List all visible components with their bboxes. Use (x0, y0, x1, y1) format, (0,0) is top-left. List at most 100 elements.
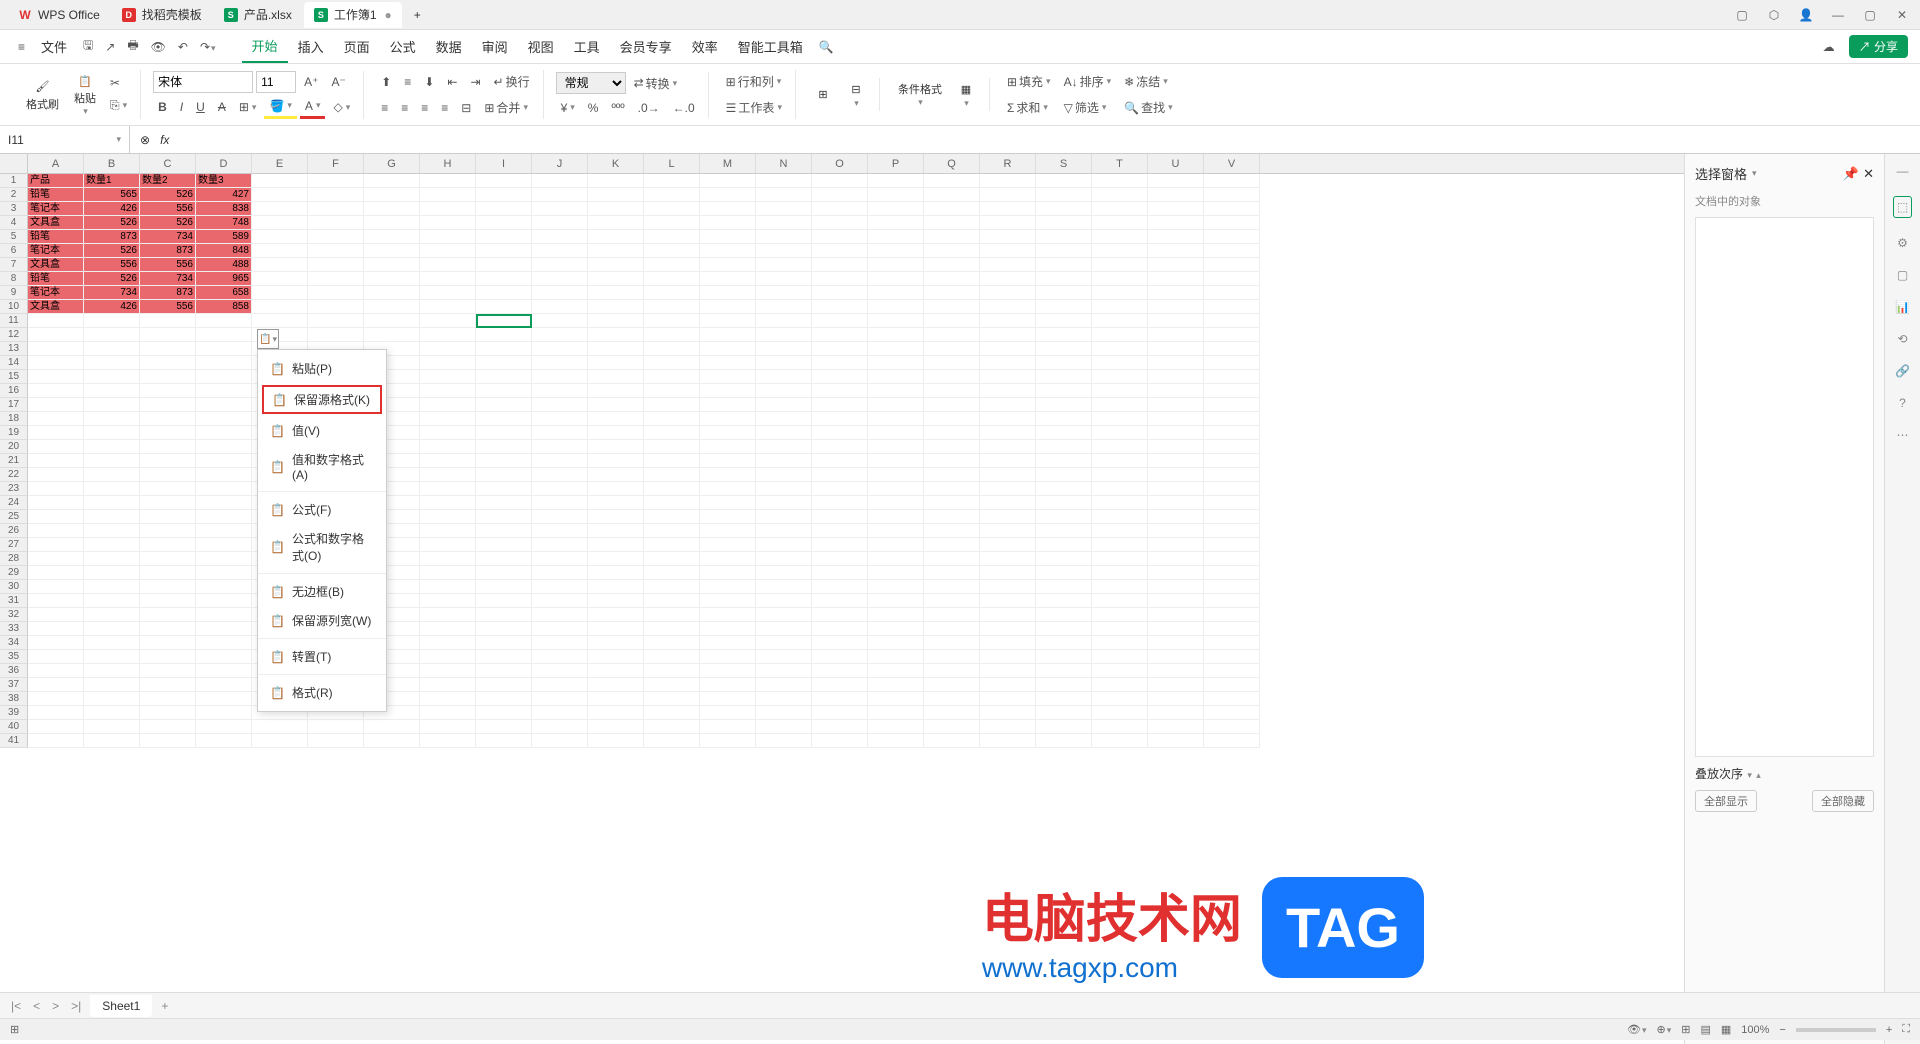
cell[interactable] (1148, 328, 1204, 342)
cell[interactable] (868, 734, 924, 748)
cell[interactable] (700, 286, 756, 300)
cell[interactable] (812, 342, 868, 356)
cell[interactable] (1148, 482, 1204, 496)
cell[interactable] (980, 188, 1036, 202)
cell[interactable] (28, 426, 84, 440)
cell[interactable] (252, 230, 308, 244)
cell[interactable] (476, 678, 532, 692)
cell[interactable] (252, 216, 308, 230)
sheet-prev-icon[interactable]: < (30, 999, 43, 1013)
cell[interactable] (140, 608, 196, 622)
cell[interactable] (756, 454, 812, 468)
cell[interactable] (420, 468, 476, 482)
cell[interactable] (588, 244, 644, 258)
row-header[interactable]: 4 (0, 216, 28, 230)
cell[interactable] (84, 608, 140, 622)
cell[interactable] (140, 412, 196, 426)
cell[interactable] (980, 468, 1036, 482)
cell[interactable] (756, 510, 812, 524)
cell[interactable] (588, 384, 644, 398)
cell[interactable] (1148, 566, 1204, 580)
cell[interactable] (308, 720, 364, 734)
cell[interactable] (868, 398, 924, 412)
cell[interactable] (700, 440, 756, 454)
export-icon[interactable]: ↗ (99, 36, 121, 58)
cell[interactable] (476, 258, 532, 272)
font-name-select[interactable] (153, 71, 253, 93)
cell[interactable] (1148, 216, 1204, 230)
cell[interactable] (420, 566, 476, 580)
cell[interactable] (140, 706, 196, 720)
cell[interactable] (756, 552, 812, 566)
cell[interactable] (644, 272, 700, 286)
cell[interactable] (140, 510, 196, 524)
cell[interactable] (700, 510, 756, 524)
cell[interactable] (1204, 496, 1260, 510)
cell[interactable] (308, 174, 364, 188)
cell[interactable] (1148, 594, 1204, 608)
cell[interactable] (1204, 622, 1260, 636)
column-header[interactable]: I (476, 154, 532, 173)
convert-button[interactable]: ⇄ 转换▾ (629, 72, 683, 95)
cell[interactable] (812, 580, 868, 594)
cell[interactable] (588, 580, 644, 594)
cell[interactable] (1148, 440, 1204, 454)
cell[interactable] (644, 552, 700, 566)
cell[interactable] (588, 720, 644, 734)
cell[interactable] (1204, 216, 1260, 230)
cell[interactable] (644, 678, 700, 692)
cell[interactable] (644, 370, 700, 384)
cell[interactable] (868, 622, 924, 636)
cell[interactable] (980, 412, 1036, 426)
cell[interactable] (532, 720, 588, 734)
file-menu[interactable]: 文件 (31, 31, 77, 62)
cell[interactable] (308, 328, 364, 342)
row-header[interactable]: 2 (0, 188, 28, 202)
cell[interactable] (980, 552, 1036, 566)
cell[interactable] (84, 594, 140, 608)
cell[interactable] (1148, 426, 1204, 440)
menu-icon[interactable]: ≡ (12, 36, 31, 58)
row-header[interactable]: 21 (0, 454, 28, 468)
cell[interactable] (1036, 244, 1092, 258)
cell[interactable] (756, 678, 812, 692)
paste-menu-item[interactable]: 📋保留源格式(K) (262, 385, 382, 414)
cell[interactable] (756, 370, 812, 384)
cell[interactable] (812, 244, 868, 258)
cell[interactable] (308, 230, 364, 244)
row-header[interactable]: 12 (0, 328, 28, 342)
cell[interactable] (1036, 594, 1092, 608)
cell[interactable] (588, 524, 644, 538)
cell[interactable] (84, 678, 140, 692)
cell[interactable] (868, 608, 924, 622)
cell[interactable] (980, 692, 1036, 706)
minimize-button[interactable]: — (1828, 8, 1848, 22)
cell[interactable] (532, 258, 588, 272)
cell[interactable] (84, 342, 140, 356)
cell[interactable] (1148, 454, 1204, 468)
cell[interactable] (364, 734, 420, 748)
cell[interactable] (476, 524, 532, 538)
cell[interactable] (868, 230, 924, 244)
cell[interactable] (420, 188, 476, 202)
cell[interactable] (980, 538, 1036, 552)
cell[interactable] (588, 706, 644, 720)
cell[interactable] (924, 258, 980, 272)
cell[interactable]: 748 (196, 216, 252, 230)
cell[interactable] (1036, 454, 1092, 468)
cell[interactable] (28, 412, 84, 426)
cell[interactable] (1148, 244, 1204, 258)
cell[interactable] (140, 566, 196, 580)
cell[interactable]: 526 (84, 216, 140, 230)
cell[interactable] (1036, 678, 1092, 692)
cell[interactable]: 铅笔 (28, 188, 84, 202)
cell[interactable] (980, 664, 1036, 678)
cell[interactable] (532, 552, 588, 566)
cell[interactable] (252, 734, 308, 748)
cell[interactable] (1204, 258, 1260, 272)
cell[interactable] (364, 286, 420, 300)
cell[interactable] (140, 692, 196, 706)
cell[interactable] (28, 510, 84, 524)
cell[interactable] (476, 650, 532, 664)
cell[interactable] (700, 636, 756, 650)
